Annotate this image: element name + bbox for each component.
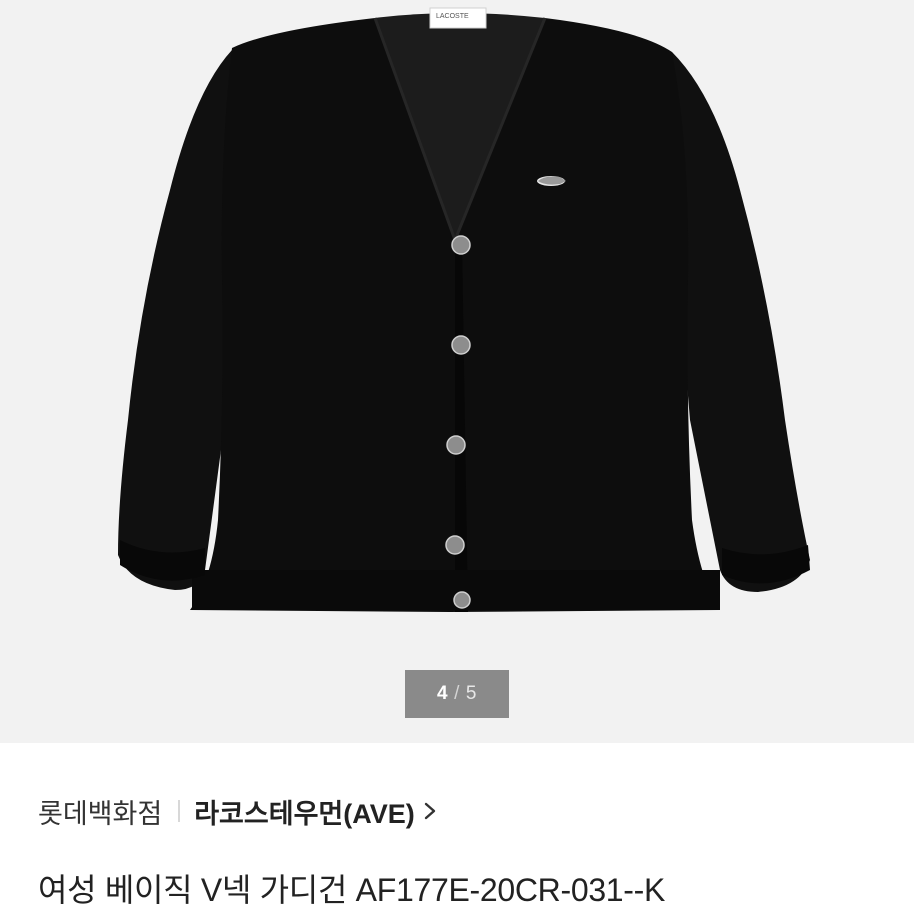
- product-image[interactable]: [0, 0, 914, 743]
- neck-label-text: LACOSTE: [436, 13, 469, 20]
- product-image-gallery[interactable]: LACOSTE 4 / 5: [0, 0, 914, 743]
- product-info: 롯데백화점 라코스테우먼(AVE) 여성 베이직 V넥 가디건 AF177E-2…: [0, 743, 914, 914]
- breadcrumb: 롯데백화점 라코스테우먼(AVE): [38, 792, 439, 831]
- breadcrumb-divider: [178, 800, 181, 822]
- image-pager: 4 / 5: [405, 670, 509, 718]
- pager-current: 4: [437, 683, 449, 704]
- breadcrumb-brand-link[interactable]: 라코스테우먼(AVE): [194, 792, 415, 831]
- product-title: 여성 베이직 V넥 가디건 AF177E-20CR-031--K: [38, 872, 666, 908]
- product-page: LACOSTE 4 / 5 롯데백화점 라코스테우먼(AVE) 여성 베이직 V…: [0, 0, 914, 914]
- pager-total: 5: [465, 683, 477, 704]
- breadcrumb-store: 롯데백화점: [38, 798, 163, 829]
- chevron-right-icon[interactable]: [421, 799, 439, 823]
- pager-separator: /: [454, 683, 460, 704]
